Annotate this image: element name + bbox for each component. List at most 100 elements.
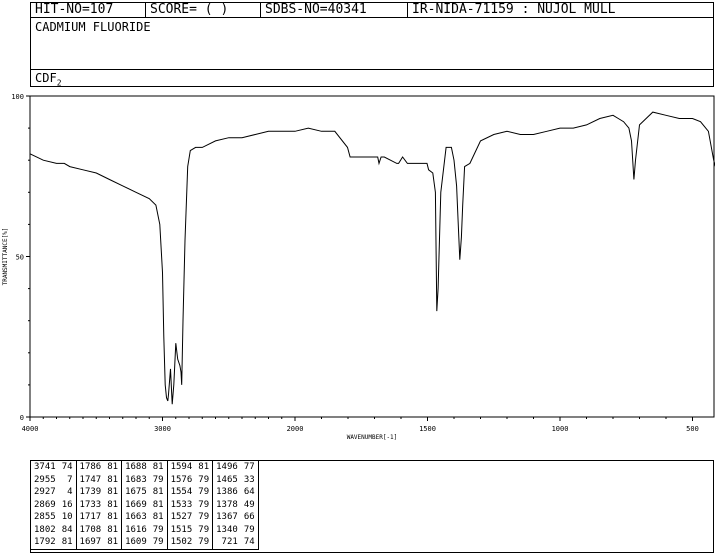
peak-transmittance: 79 bbox=[195, 473, 214, 486]
peak-transmittance: 79 bbox=[195, 523, 214, 536]
peak-wavenumber: 1340 bbox=[216, 524, 238, 535]
peak-transmittance: 81 bbox=[104, 460, 123, 474]
peak-transmittance: 79 bbox=[195, 536, 214, 549]
peak-wavenumber: 1747 bbox=[79, 474, 102, 485]
peak-transmittance: 84 bbox=[58, 523, 77, 536]
sdbs-number: SDBS-NO=40341 bbox=[261, 3, 408, 17]
peak-wavenumber: 2869 bbox=[34, 499, 56, 510]
peak-wavenumber: 1386 bbox=[216, 487, 238, 497]
peak-wavenumber: 2927 bbox=[34, 487, 56, 497]
peak-transmittance: 79 bbox=[149, 523, 168, 536]
y-axis-label: TRANSMITTANCE[%] bbox=[2, 228, 9, 286]
x-tick-label: 500 bbox=[686, 425, 699, 433]
y-tick-label: 100 bbox=[11, 93, 24, 101]
formula-base: CDF bbox=[35, 71, 57, 85]
peak-transmittance: 81 bbox=[104, 498, 123, 511]
peak-wavenumber: 1786 bbox=[79, 462, 102, 472]
x-tick-label: 1500 bbox=[419, 425, 436, 433]
peak-wavenumber: 1527 bbox=[170, 512, 193, 522]
x-tick-label: 4000 bbox=[22, 425, 39, 433]
peak-transmittance: 79 bbox=[149, 473, 168, 486]
peak-transmittance: 16 bbox=[58, 498, 77, 511]
peak-wavenumber: 1669 bbox=[125, 499, 147, 510]
hit-number: HIT-NO=107 bbox=[31, 3, 146, 17]
peak-transmittance: 81 bbox=[149, 486, 168, 499]
peak-transmittance: 79 bbox=[195, 498, 214, 511]
peak-wavenumber: 1502 bbox=[170, 537, 193, 547]
y-tick-label: 0 bbox=[20, 414, 24, 422]
peak-transmittance: 7 bbox=[58, 473, 77, 486]
peak-wavenumber: 721 bbox=[221, 537, 238, 547]
x-tick-label: 2000 bbox=[287, 425, 304, 433]
peak-transmittance: 81 bbox=[149, 511, 168, 524]
peak-wavenumber: 1515 bbox=[170, 524, 193, 535]
peak-wavenumber: 1496 bbox=[216, 462, 238, 472]
score: SCORE= ( ) bbox=[146, 3, 261, 17]
peak-wavenumber: 1688 bbox=[125, 462, 147, 472]
peak-row: 1792 81 1697 81 1609 79 1502 79 721 74 bbox=[31, 536, 259, 549]
peak-wavenumber: 1616 bbox=[125, 524, 147, 535]
chart-axes: 4000 3000 2000 1500 1000 500 0 50 100 WAVENUMBER[… bbox=[2, 93, 715, 441]
peak-wavenumber: 1576 bbox=[170, 474, 193, 485]
peak-wavenumber: 1675 bbox=[125, 487, 147, 497]
peak-row: 2855 10 1717 81 1663 81 1527 79 1367 66 bbox=[31, 511, 259, 524]
peak-wavenumber: 1554 bbox=[170, 487, 193, 497]
peak-transmittance: 33 bbox=[240, 473, 259, 486]
peak-transmittance: 81 bbox=[104, 523, 123, 536]
x-tick-label: 3000 bbox=[154, 425, 171, 433]
peak-transmittance: 79 bbox=[240, 523, 259, 536]
peak-row: 2927 4 1739 81 1675 81 1554 79 1386 64 bbox=[31, 486, 259, 499]
peak-transmittance: 74 bbox=[58, 460, 77, 474]
peak-transmittance: 64 bbox=[240, 486, 259, 499]
peak-transmittance: 77 bbox=[240, 460, 259, 474]
peak-transmittance: 79 bbox=[195, 511, 214, 524]
peak-wavenumber: 2955 bbox=[34, 474, 56, 485]
peak-wavenumber: 1465 bbox=[216, 474, 238, 485]
y-tick-label: 50 bbox=[16, 254, 24, 262]
peak-transmittance: 81 bbox=[149, 460, 168, 474]
peak-wavenumber: 1802 bbox=[34, 524, 56, 535]
peak-wavenumber: 1792 bbox=[34, 537, 56, 547]
compound-name-box: CADMIUM FLUORIDE bbox=[30, 17, 714, 70]
peak-transmittance: 81 bbox=[58, 536, 77, 549]
peak-wavenumber: 1733 bbox=[79, 499, 102, 510]
peak-transmittance: 79 bbox=[195, 486, 214, 499]
spectrum-line bbox=[29, 111, 715, 405]
formula-box: CDF2 bbox=[30, 69, 714, 87]
peak-wavenumber: 1717 bbox=[79, 512, 102, 522]
peak-transmittance: 81 bbox=[104, 486, 123, 499]
compound-name: CADMIUM FLUORIDE bbox=[35, 20, 151, 34]
peak-transmittance: 81 bbox=[104, 536, 123, 549]
peak-table: 3741 74 1786 81 1688 81 1594 81 1496 77 2955 7 1747 8… bbox=[30, 460, 259, 550]
ir-spectrum-chart: 4000 3000 2000 1500 1000 500 0 50 100 WAVENUMBER[… bbox=[2, 93, 715, 441]
ir-code: IR-NIDA-71159 : NUJOL MULL bbox=[412, 3, 616, 17]
peak-transmittance: 81 bbox=[195, 460, 214, 474]
peak-transmittance: 79 bbox=[149, 536, 168, 549]
peak-wavenumber: 1683 bbox=[125, 474, 147, 485]
peak-transmittance: 10 bbox=[58, 511, 77, 524]
peak-wavenumber: 1378 bbox=[216, 499, 238, 510]
chart-plot bbox=[29, 111, 715, 405]
peak-row: 2955 7 1747 81 1683 79 1576 79 1465 33 bbox=[31, 473, 259, 486]
peak-wavenumber: 1697 bbox=[79, 537, 102, 547]
peak-transmittance: 81 bbox=[104, 473, 123, 486]
peak-wavenumber: 1533 bbox=[170, 499, 193, 510]
peak-transmittance: 74 bbox=[240, 536, 259, 549]
peak-wavenumber: 3741 bbox=[34, 462, 56, 472]
peak-wavenumber: 1708 bbox=[79, 524, 102, 535]
spectrum-header: HIT-NO=107 SCORE= ( ) SDBS-NO=40341 IR-N… bbox=[30, 2, 714, 18]
x-axis-label: WAVENUMBER[-1] bbox=[347, 434, 398, 441]
plot-frame bbox=[29, 95, 715, 418]
peak-row: 3741 74 1786 81 1688 81 1594 81 1496 77 bbox=[31, 460, 259, 474]
peak-wavenumber: 1594 bbox=[170, 462, 193, 472]
peak-transmittance: 4 bbox=[58, 486, 77, 499]
peak-wavenumber: 1739 bbox=[79, 487, 102, 497]
formula-subscript: 2 bbox=[56, 78, 62, 88]
peak-transmittance: 66 bbox=[240, 511, 259, 524]
peak-transmittance: 81 bbox=[149, 498, 168, 511]
x-tick-label: 1000 bbox=[552, 425, 569, 433]
peak-row: 1802 84 1708 81 1616 79 1515 79 1340 79 bbox=[31, 523, 259, 536]
peak-wavenumber: 1609 bbox=[125, 537, 147, 547]
peak-wavenumber: 1663 bbox=[125, 512, 147, 522]
peak-wavenumber: 2855 bbox=[34, 512, 56, 522]
